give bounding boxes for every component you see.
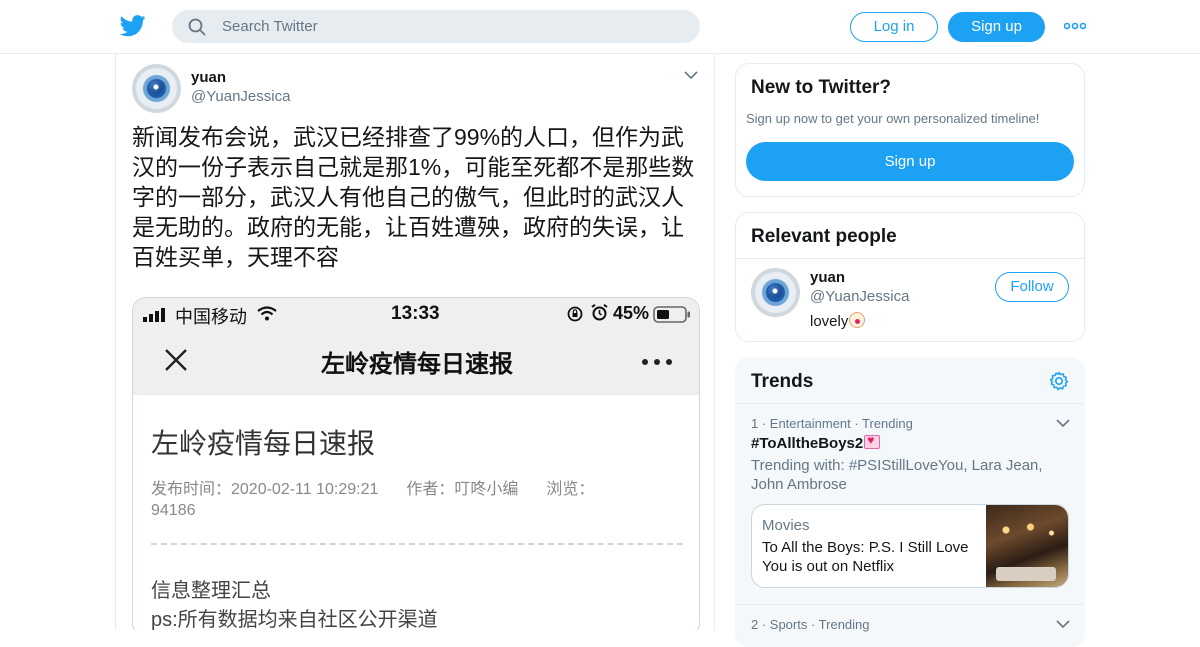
- article-section-heading: 信息整理汇总: [151, 580, 271, 602]
- avatar[interactable]: [751, 268, 800, 317]
- card-subtitle: Sign up now to get your own personalized…: [746, 111, 1040, 126]
- news-headline: To All the Boys: P.S. I Still Love You i…: [762, 539, 969, 575]
- clown-emoji-icon: [849, 312, 866, 328]
- signal-icon: [143, 308, 165, 322]
- chevron-down-icon[interactable]: [1056, 619, 1070, 629]
- search-box[interactable]: [172, 10, 700, 43]
- phone-nav-title: 左岭疫情每日速报: [321, 351, 513, 378]
- ellipsis-icon: [642, 359, 672, 365]
- tweet-text: 新闻发布会说，武汉已经排查了99%的人口，但作为武汉的一份子表示自己就是那1%，…: [132, 124, 695, 270]
- card-title: Trends: [751, 371, 814, 392]
- love-letter-emoji-icon: [864, 433, 881, 449]
- search-icon: [188, 18, 206, 36]
- battery-percent: 45%: [613, 303, 650, 323]
- divider: [736, 258, 1084, 259]
- bio-text: lovely: [810, 313, 849, 330]
- follow-button[interactable]: Follow: [995, 272, 1069, 302]
- article-ps-line: ps:所有数据均来自社区公开渠道: [151, 609, 438, 630]
- relevant-people-card: Relevant people yuan @YuanJessica lovely…: [735, 212, 1085, 342]
- trend-hashtag[interactable]: #ToAlltheBoys2: [751, 433, 881, 452]
- person-handle[interactable]: @YuanJessica: [810, 288, 909, 305]
- hashtag-text: #ToAlltheBoys2: [751, 435, 864, 452]
- tweet-author-name[interactable]: yuan: [191, 69, 226, 86]
- article-meta: 发布时间：2020-02-11 10:29:21 作者：叮咚小编 浏览： 94186: [151, 479, 621, 521]
- status-time: 13:33: [391, 303, 440, 324]
- top-navigation-bar: Log in Sign up: [0, 0, 1200, 54]
- twitter-bird-icon[interactable]: [120, 14, 146, 38]
- chevron-down-icon[interactable]: [1056, 418, 1070, 428]
- person-name[interactable]: yuan: [810, 269, 845, 286]
- alarm-icon: [591, 304, 608, 321]
- signup-button[interactable]: Sign up: [948, 12, 1045, 42]
- more-options-icon[interactable]: [1064, 18, 1086, 34]
- trend-news-card[interactable]: Movies To All the Boys: P.S. I Still Lov…: [751, 504, 1069, 588]
- chevron-down-icon[interactable]: [684, 70, 698, 80]
- tweet-author-handle[interactable]: @YuanJessica: [191, 88, 290, 105]
- news-category: Movies: [762, 517, 810, 534]
- tweet-detail: yuan @YuanJessica 新闻发布会说，武汉已经排查了99%的人口，但…: [115, 54, 715, 630]
- trends-card: Trends 1 · Entertainment · Trending #ToA…: [735, 357, 1085, 647]
- trending-with: Trending with: #PSIStillLoveYou, Lara Je…: [751, 457, 1043, 493]
- phone-status-bar: 中国移动 13:33 45%: [133, 298, 699, 328]
- views-label: 浏览：: [546, 481, 595, 498]
- rotation-lock-icon: [567, 306, 583, 322]
- gear-icon[interactable]: [1049, 371, 1069, 391]
- article-title: 左岭疫情每日速报: [151, 428, 376, 459]
- carrier-name: 中国移动: [175, 307, 247, 327]
- card-title: New to Twitter?: [751, 77, 892, 98]
- avatar[interactable]: [132, 64, 181, 113]
- views-count: 94186: [151, 502, 196, 519]
- person-bio: lovely: [810, 312, 866, 330]
- publish-time: 发布时间：2020-02-11 10:29:21: [151, 481, 379, 498]
- dashed-divider: [151, 543, 683, 545]
- author: 作者：叮咚小编: [406, 481, 519, 498]
- new-to-twitter-card: New to Twitter? Sign up now to get your …: [735, 63, 1085, 197]
- divider: [736, 403, 1084, 404]
- wifi-icon: [257, 306, 277, 321]
- card-title: Relevant people: [751, 226, 897, 247]
- sidebar-signup-button[interactable]: Sign up: [746, 142, 1074, 181]
- battery-icon: [653, 306, 690, 323]
- news-thumbnail: [986, 505, 1068, 587]
- phone-header: 中国移动 13:33 45% 左岭疫情每日速报: [133, 298, 699, 395]
- tweet-media-image[interactable]: 中国移动 13:33 45% 左岭疫情每日速报 左岭疫情每日速报 发布时间：20…: [132, 297, 700, 630]
- search-input[interactable]: [222, 10, 682, 43]
- trend-meta: 1 · Entertainment · Trending: [751, 416, 913, 431]
- login-button[interactable]: Log in: [850, 12, 938, 42]
- divider: [736, 604, 1084, 605]
